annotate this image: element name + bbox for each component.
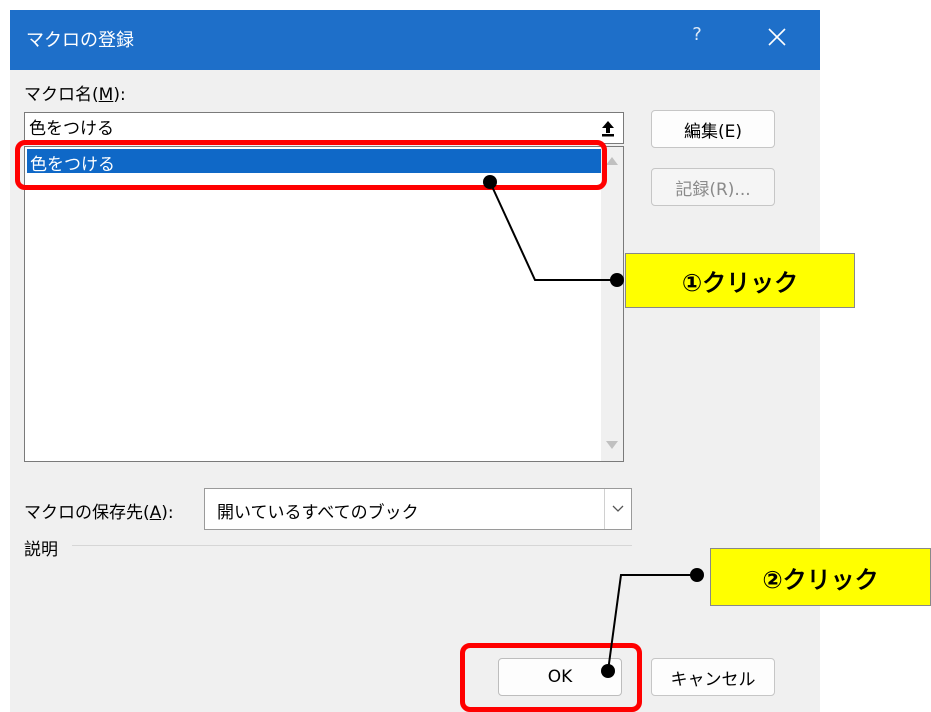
leader-dot: [483, 175, 497, 189]
leader-dot: [601, 664, 615, 678]
callout-step2: ②クリック: [710, 548, 931, 606]
callout-step1: ①クリック: [625, 253, 855, 308]
leader-dot: [610, 273, 624, 287]
leader-dot: [690, 568, 704, 582]
